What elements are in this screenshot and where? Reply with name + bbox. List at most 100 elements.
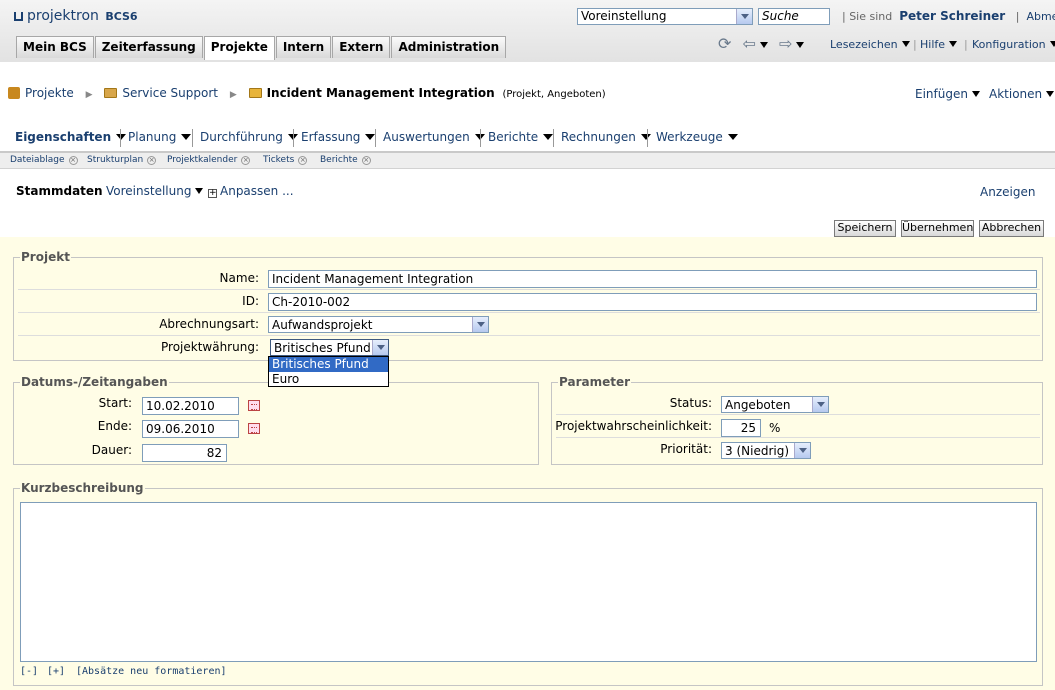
priority-select[interactable]: 3 (Niedrig) xyxy=(721,442,811,459)
tab-extern[interactable]: Extern xyxy=(332,36,391,58)
collapse-link[interactable]: [-] xyxy=(20,666,38,677)
tab-zeiterfassung[interactable]: Zeiterfassung xyxy=(94,36,203,58)
close-icon[interactable]: × xyxy=(147,156,157,165)
menu-werkzeuge[interactable]: Werkzeuge xyxy=(656,130,738,144)
currency-option-eur[interactable]: Euro xyxy=(269,372,388,387)
folder-icon xyxy=(248,88,262,98)
breadcrumb: Projekte ▶ Service Support ▶ Incident Ma… xyxy=(8,86,606,100)
logo-icon xyxy=(14,12,23,21)
insert-menu[interactable]: Einfügen xyxy=(915,87,980,107)
subtab-strukturplan[interactable]: Strukturplan × xyxy=(87,155,157,165)
chevron-down-icon xyxy=(794,443,810,458)
billing-select[interactable]: Aufwandsprojekt xyxy=(268,316,489,333)
page-title-meta: (Projekt, Angeboten) xyxy=(502,89,606,100)
chevron-down-icon xyxy=(195,188,204,194)
close-icon[interactable]: × xyxy=(241,156,251,165)
description-fieldset: Kurzbeschreibung [-] [+] [Absätze neu fo… xyxy=(13,481,1043,686)
profile-select[interactable]: Voreinstellung xyxy=(577,8,753,25)
content-area: Stammdaten Voreinstellung + Anpassen ... … xyxy=(0,169,1055,690)
config-menu[interactable]: Konfiguration xyxy=(972,38,1055,58)
priority-label: Priorität: xyxy=(660,442,712,456)
bookmarks-menu[interactable]: Lesezeichen xyxy=(830,38,910,58)
cancel-button[interactable]: Abbrechen xyxy=(979,220,1044,237)
subtab-bar: Dateiablage × Strukturplan × Projektkalend… xyxy=(0,153,1055,169)
tab-projekte[interactable]: Projekte xyxy=(203,36,275,60)
calendar-icon[interactable] xyxy=(248,400,260,411)
dates-legend: Datums-/Zeitangaben xyxy=(20,375,169,389)
breadcrumb-projekte[interactable]: Projekte xyxy=(25,86,74,100)
probability-label: Projektwahrscheinlichkeit: xyxy=(555,419,712,433)
show-link[interactable]: Anzeigen xyxy=(980,185,1035,199)
duration-field[interactable]: 82 xyxy=(142,444,227,462)
project-folder-icon xyxy=(104,88,118,98)
probability-field[interactable]: 25 xyxy=(721,419,761,437)
tab-intern[interactable]: Intern xyxy=(275,36,332,58)
chevron-down-icon xyxy=(1046,91,1055,97)
menu-erfassung[interactable]: Erfassung xyxy=(301,130,375,144)
chevron-down-icon xyxy=(472,317,488,332)
user-info: | Sie sind Peter Schreiner | Abmelden xyxy=(842,9,1055,23)
calendar-icon[interactable] xyxy=(248,423,260,434)
customize-link[interactable]: + Anpassen ... xyxy=(208,184,294,198)
back-icon[interactable]: ⇦ xyxy=(743,34,768,53)
menu-eigenschaften[interactable]: Eigenschaften xyxy=(15,130,126,144)
projects-icon xyxy=(8,87,20,99)
expand-link[interactable]: [+] xyxy=(47,666,65,677)
chevron-down-icon xyxy=(759,42,768,48)
search-input[interactable]: Suche xyxy=(758,8,830,25)
subtab-tickets[interactable]: Tickets × xyxy=(263,155,308,165)
id-field[interactable]: Ch-2010-002 xyxy=(268,293,1037,311)
subtab-dateiablage[interactable]: Dateiablage × xyxy=(10,155,78,165)
name-label: Name: xyxy=(219,271,259,285)
chevron-down-icon xyxy=(971,91,980,97)
tab-administration[interactable]: Administration xyxy=(391,36,507,58)
end-date-field[interactable]: 09.06.2010 xyxy=(142,420,239,438)
save-button[interactable]: Speichern xyxy=(834,220,896,237)
nav-controls: ⟳ ⇦ ⇨ xyxy=(718,34,805,54)
chevron-down-icon xyxy=(901,41,910,47)
chevron-down-icon xyxy=(796,42,805,48)
top-header: projektron BCS6 Voreinstellung Suche | S… xyxy=(0,0,1055,62)
menu-rechnungen[interactable]: Rechnungen xyxy=(561,130,651,144)
menu-auswertungen[interactable]: Auswertungen xyxy=(383,130,485,144)
view-title: Stammdaten xyxy=(16,184,103,198)
chevron-down-icon xyxy=(736,9,752,24)
apply-button[interactable]: Übernehmen xyxy=(901,220,974,237)
forward-icon[interactable]: ⇨ xyxy=(779,34,805,53)
subtab-berichte[interactable]: Berichte × xyxy=(320,155,371,165)
start-date-field[interactable]: 10.02.2010 xyxy=(142,397,239,415)
currency-label: Projektwährung: xyxy=(161,340,259,354)
percent-unit: % xyxy=(769,421,781,435)
chevron-down-icon xyxy=(1049,41,1055,47)
description-textarea[interactable] xyxy=(20,502,1037,662)
close-icon[interactable]: × xyxy=(361,156,371,165)
close-icon[interactable]: × xyxy=(68,156,78,165)
actions-menu[interactable]: Aktionen xyxy=(989,87,1055,107)
currency-option-gbp[interactable]: Britisches Pfund xyxy=(269,357,388,372)
plus-box-icon: + xyxy=(208,188,217,198)
tab-mein-bcs[interactable]: Mein BCS xyxy=(16,36,94,58)
refresh-icon[interactable]: ⟳ xyxy=(718,34,731,53)
logout-link[interactable]: Abmelden xyxy=(1026,10,1055,23)
menu-planung[interactable]: Planung xyxy=(128,130,191,144)
params-fieldset: Parameter Status: Angeboten Projektwahrs… xyxy=(551,375,1043,465)
help-menu[interactable]: Hilfe xyxy=(920,38,958,58)
chevron-right-icon: ▶ xyxy=(229,90,237,100)
status-select[interactable]: Angeboten xyxy=(721,396,829,413)
chevron-down-icon xyxy=(372,340,388,355)
app-logo[interactable]: projektron BCS6 xyxy=(14,8,138,24)
start-label: Start: xyxy=(98,396,132,410)
reformat-link[interactable]: [Absätze neu formatieren] xyxy=(76,666,227,677)
currency-select[interactable]: Britisches Pfund xyxy=(270,339,389,356)
close-icon[interactable]: × xyxy=(298,156,308,165)
chevron-down-icon xyxy=(812,397,828,412)
preset-select[interactable]: Voreinstellung xyxy=(106,184,204,198)
section-menu: Eigenschaften Planung Durchführung Erfas… xyxy=(8,127,1048,151)
projekt-fieldset: Projekt Name: Incident Management Integr… xyxy=(13,250,1043,361)
subtab-projektkalender[interactable]: Projektkalender × xyxy=(167,155,251,165)
breadcrumb-service-support[interactable]: Service Support xyxy=(122,86,218,100)
name-field[interactable]: Incident Management Integration xyxy=(268,270,1037,288)
menu-durchfuehrung[interactable]: Durchführung xyxy=(200,130,298,144)
menu-berichte[interactable]: Berichte xyxy=(488,130,553,144)
currency-dropdown-list: Britisches Pfund Euro xyxy=(268,356,389,387)
